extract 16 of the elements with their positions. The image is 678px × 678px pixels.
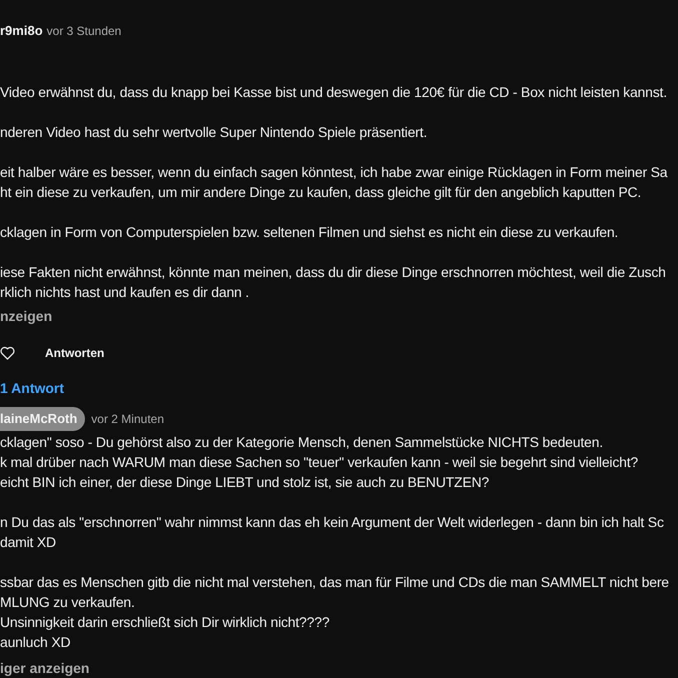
read-more-link[interactable]: nzeigen xyxy=(0,306,52,326)
read-more-link[interactable]: iger anzeigen xyxy=(0,658,90,678)
replies-toggle[interactable]: 1 Antwort xyxy=(0,378,64,398)
comment-paragraph: Video erwähnst du, dass du knapp bei Kasse bist und deswegen die 120€ für die CD - Box nicht leisten kannst. xyxy=(0,83,668,102)
comment-time: vor 3 Stunden xyxy=(46,22,122,40)
comment-paragraph: nderen Video hast du sehr wertvolle Super Nintendo Spiele präsentiert. xyxy=(0,123,428,142)
comment-paragraph: cklagen" soso - Du gehörst also zu der Kategorie Mensch, denen Sammelstücke NICHTS bedeuten. k mal drüber nach WARUM man diese Sachen so "teuer" verkaufen kann - weil sie begehrt sind vielleicht? eicht BIN ich einer, der diese Dinge LIEBT und stolz ist, sie auch zu BENUTZEN? xyxy=(0,433,640,492)
heart-icon[interactable] xyxy=(0,346,15,360)
comment-time: vor 2 Minuten xyxy=(91,411,164,428)
comment-paragraph: iese Fakten nicht erwähnst, könnte man meinen, dass du dir diese Dinge erschnorren möchtest, weil die Zusch rklich nichts hast und kaufen es dir dann . xyxy=(0,263,667,302)
author-name[interactable]: r9mi8o xyxy=(0,20,43,40)
comment-paragraph: ssbar das es Menschen gitb die nicht mal verstehen, das man für Filme und CDs die man SAMMELT nicht bere MLUNG zu verkaufen. Unsinnigkeit darin erschließt sich Dir wirklich nicht???? aunluch XD xyxy=(0,573,670,652)
reply-button[interactable]: Antworten xyxy=(45,344,104,362)
comment-paragraph: eit halber wäre es besser, wenn du einfach sagen könntest, ich habe zwar einige Rücklagen in Form meiner Sa ht ein diese zu verkaufen, um mir andere Dinge zu kaufen, dass gleiche gilt für den angeblich kaputten PC. xyxy=(0,163,668,202)
comment-paragraph: cklagen in Form von Computerspielen bzw. seltenen Filmen und siehst es nicht ein diese zu verkaufen. xyxy=(0,223,620,242)
comment-paragraph: n Du das als "erschnorren" wahr nimmst kann das eh kein Argument der Welt widerlegen - dann bin ich halt Sc damit XD xyxy=(0,513,665,552)
